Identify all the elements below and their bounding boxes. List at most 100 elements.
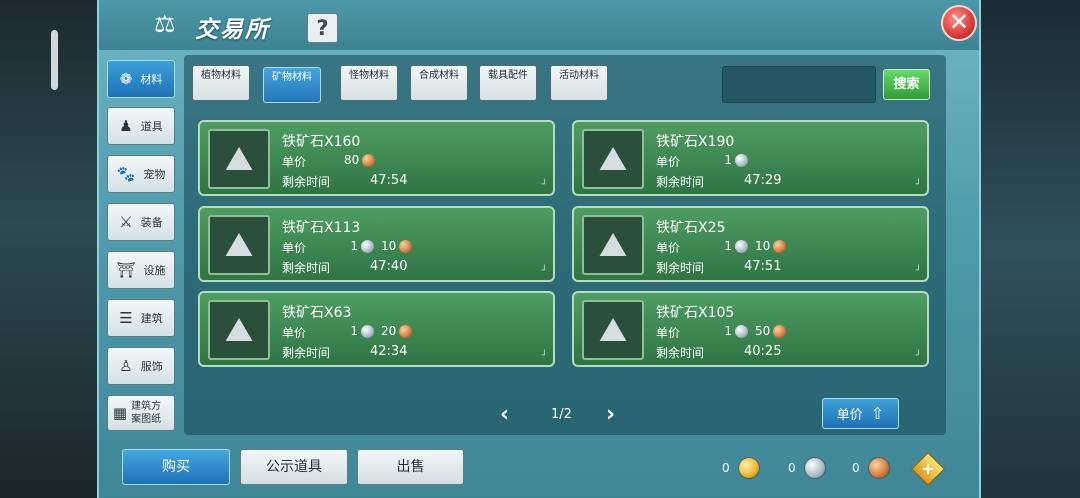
- time-label: 剩余时间: [656, 346, 705, 360]
- copper-amount: 10: [381, 239, 397, 253]
- item-name: 铁矿石X25: [656, 220, 726, 236]
- background-left: [0, 0, 100, 498]
- time-label: 剩余时间: [656, 175, 705, 189]
- price-value: 1 50: [718, 324, 787, 338]
- time-remaining: 47:51: [744, 259, 782, 274]
- next-page-button[interactable]: ›: [606, 402, 615, 427]
- corner-mark-icon: ┘: [915, 266, 921, 276]
- sidebar-item-facilities[interactable]: ⛩ 设施: [107, 251, 175, 289]
- sidebar-item-label: 服饰: [140, 360, 163, 373]
- time-label: 剩余时间: [656, 261, 705, 275]
- tab-mineral-materials[interactable]: 矿物材料: [263, 67, 321, 103]
- tab-event-materials[interactable]: 活动材料: [550, 65, 608, 101]
- copper-balance: 0: [852, 457, 890, 479]
- silver-amount: 0: [788, 461, 796, 475]
- item-name: 铁矿石X190: [656, 134, 735, 150]
- close-button[interactable]: ✕: [941, 5, 977, 41]
- corner-mark-icon: ┘: [915, 180, 921, 190]
- copper-amount: 50: [755, 324, 771, 338]
- sidebar-item-items[interactable]: ♟ 道具: [107, 107, 175, 145]
- sell-button[interactable]: 出售: [357, 449, 464, 485]
- building-icon: ☰: [119, 309, 133, 327]
- sidebar-item-blueprints[interactable]: ▦ 建筑方案图纸: [107, 395, 175, 431]
- tab-monster-materials[interactable]: 怪物材料: [340, 65, 398, 101]
- gold-coin-icon: [737, 457, 760, 479]
- listing-card[interactable]: ⛰ 铁矿石X63 单价 1 20 剩余时间 42:34 ┘: [198, 291, 555, 367]
- tab-crafted-materials[interactable]: 合成材料: [410, 65, 468, 101]
- silver-amount: 1: [724, 324, 732, 338]
- listing-card[interactable]: ⛰ 铁矿石X25 单价 1 10 剩余时间 47:51 ┘: [572, 206, 929, 282]
- silver-coin-icon: [361, 324, 374, 338]
- buy-button[interactable]: 购买: [122, 449, 230, 485]
- item-name: 铁矿石X105: [656, 305, 735, 321]
- price-label: 单价: [282, 326, 307, 340]
- sidebar-item-equipment[interactable]: ⚔ 装备: [107, 203, 175, 241]
- price-value: 1: [718, 153, 748, 167]
- sidebar-item-label: 材料: [140, 73, 163, 86]
- sidebar-item-label: 设施: [143, 264, 166, 277]
- materials-icon: ❁: [119, 70, 133, 88]
- sidebar-item-pets[interactable]: 🐾 宠物: [107, 155, 175, 193]
- public-items-button[interactable]: 公示道具: [240, 449, 348, 485]
- sort-by-price-button[interactable]: 单价 ⇧: [822, 398, 899, 429]
- time-remaining: 47:40: [370, 259, 408, 274]
- corner-mark-icon: ┘: [541, 266, 547, 276]
- copper-amount: 10: [755, 239, 771, 253]
- listing-card[interactable]: ⛰ 铁矿石X113 单价 1 10 剩余时间 47:40 ┘: [198, 206, 555, 282]
- search-button[interactable]: 搜索: [883, 69, 930, 100]
- silver-coin-icon: [803, 457, 826, 479]
- copper-coin-icon: [773, 239, 787, 253]
- silver-amount: 1: [724, 153, 732, 167]
- sidebar-item-buildings[interactable]: ☰ 建筑: [107, 299, 175, 337]
- sidebar-item-clothing[interactable]: ♙ 服饰: [107, 347, 175, 385]
- listing-card[interactable]: ⛰ 铁矿石X105 单价 1 50 剩余时间 40:25 ┘: [572, 291, 929, 367]
- prev-page-button[interactable]: ‹: [500, 402, 509, 427]
- copper-amount: 20: [381, 324, 397, 338]
- iron-ore-icon: ⛰: [582, 300, 644, 360]
- item-icon: ♟: [119, 117, 133, 135]
- item-name: 铁矿石X63: [282, 305, 352, 321]
- item-name: 铁矿石X113: [282, 220, 361, 236]
- scroll-handle[interactable]: [51, 30, 58, 90]
- price-label: 单价: [656, 241, 681, 255]
- sidebar-item-label: 道具: [140, 120, 163, 133]
- time-remaining: 47:54: [370, 173, 408, 188]
- silver-amount: 1: [350, 239, 358, 253]
- copper-coin-icon: [773, 324, 787, 338]
- silver-coin-icon: [735, 324, 748, 338]
- listing-card[interactable]: ⛰ 铁矿石X160 单价 80 剩余时间 47:54 ┘: [198, 120, 555, 196]
- help-button[interactable]: ?: [307, 13, 338, 43]
- time-label: 剩余时间: [282, 261, 331, 275]
- corner-mark-icon: ┘: [541, 180, 547, 190]
- sidebar-item-materials[interactable]: ❁ 材料: [107, 60, 175, 98]
- time-remaining: 42:34: [370, 344, 408, 359]
- silver-amount: 1: [350, 324, 358, 338]
- tab-vehicle-parts[interactable]: 载具配件: [479, 65, 537, 101]
- copper-coin-icon: [362, 153, 376, 167]
- facility-icon: ⛩: [116, 261, 136, 279]
- iron-ore-icon: ⛰: [582, 215, 644, 275]
- search-input[interactable]: [722, 66, 876, 103]
- equipment-icon: ⚔: [119, 213, 133, 231]
- page-indicator: 1/2: [551, 407, 572, 422]
- corner-mark-icon: ┘: [541, 351, 547, 361]
- clothing-icon: ♙: [119, 357, 133, 375]
- copper-coin-icon: [867, 457, 890, 479]
- tab-plant-materials[interactable]: 植物材料: [192, 65, 250, 101]
- silver-coin-icon: [735, 239, 748, 253]
- listing-card[interactable]: ⛰ 铁矿石X190 单价 1 剩余时间 47:29 ┘: [572, 120, 929, 196]
- gold-balance: 0: [722, 457, 760, 479]
- price-label: 单价: [282, 241, 307, 255]
- sidebar-item-label: 宠物: [143, 168, 166, 181]
- iron-ore-icon: ⛰: [208, 215, 270, 275]
- price-label: 单价: [656, 326, 681, 340]
- page-title: 交易所: [195, 17, 270, 43]
- iron-ore-icon: ⛰: [208, 129, 270, 189]
- time-label: 剩余时间: [282, 346, 331, 360]
- price-value: 1 20: [344, 324, 413, 338]
- price-value: 1 10: [718, 239, 787, 253]
- iron-ore-icon: ⛰: [582, 129, 644, 189]
- item-name: 铁矿石X160: [282, 134, 361, 150]
- arrow-up-icon: ⇧: [870, 404, 885, 423]
- price-value: 80: [344, 153, 376, 167]
